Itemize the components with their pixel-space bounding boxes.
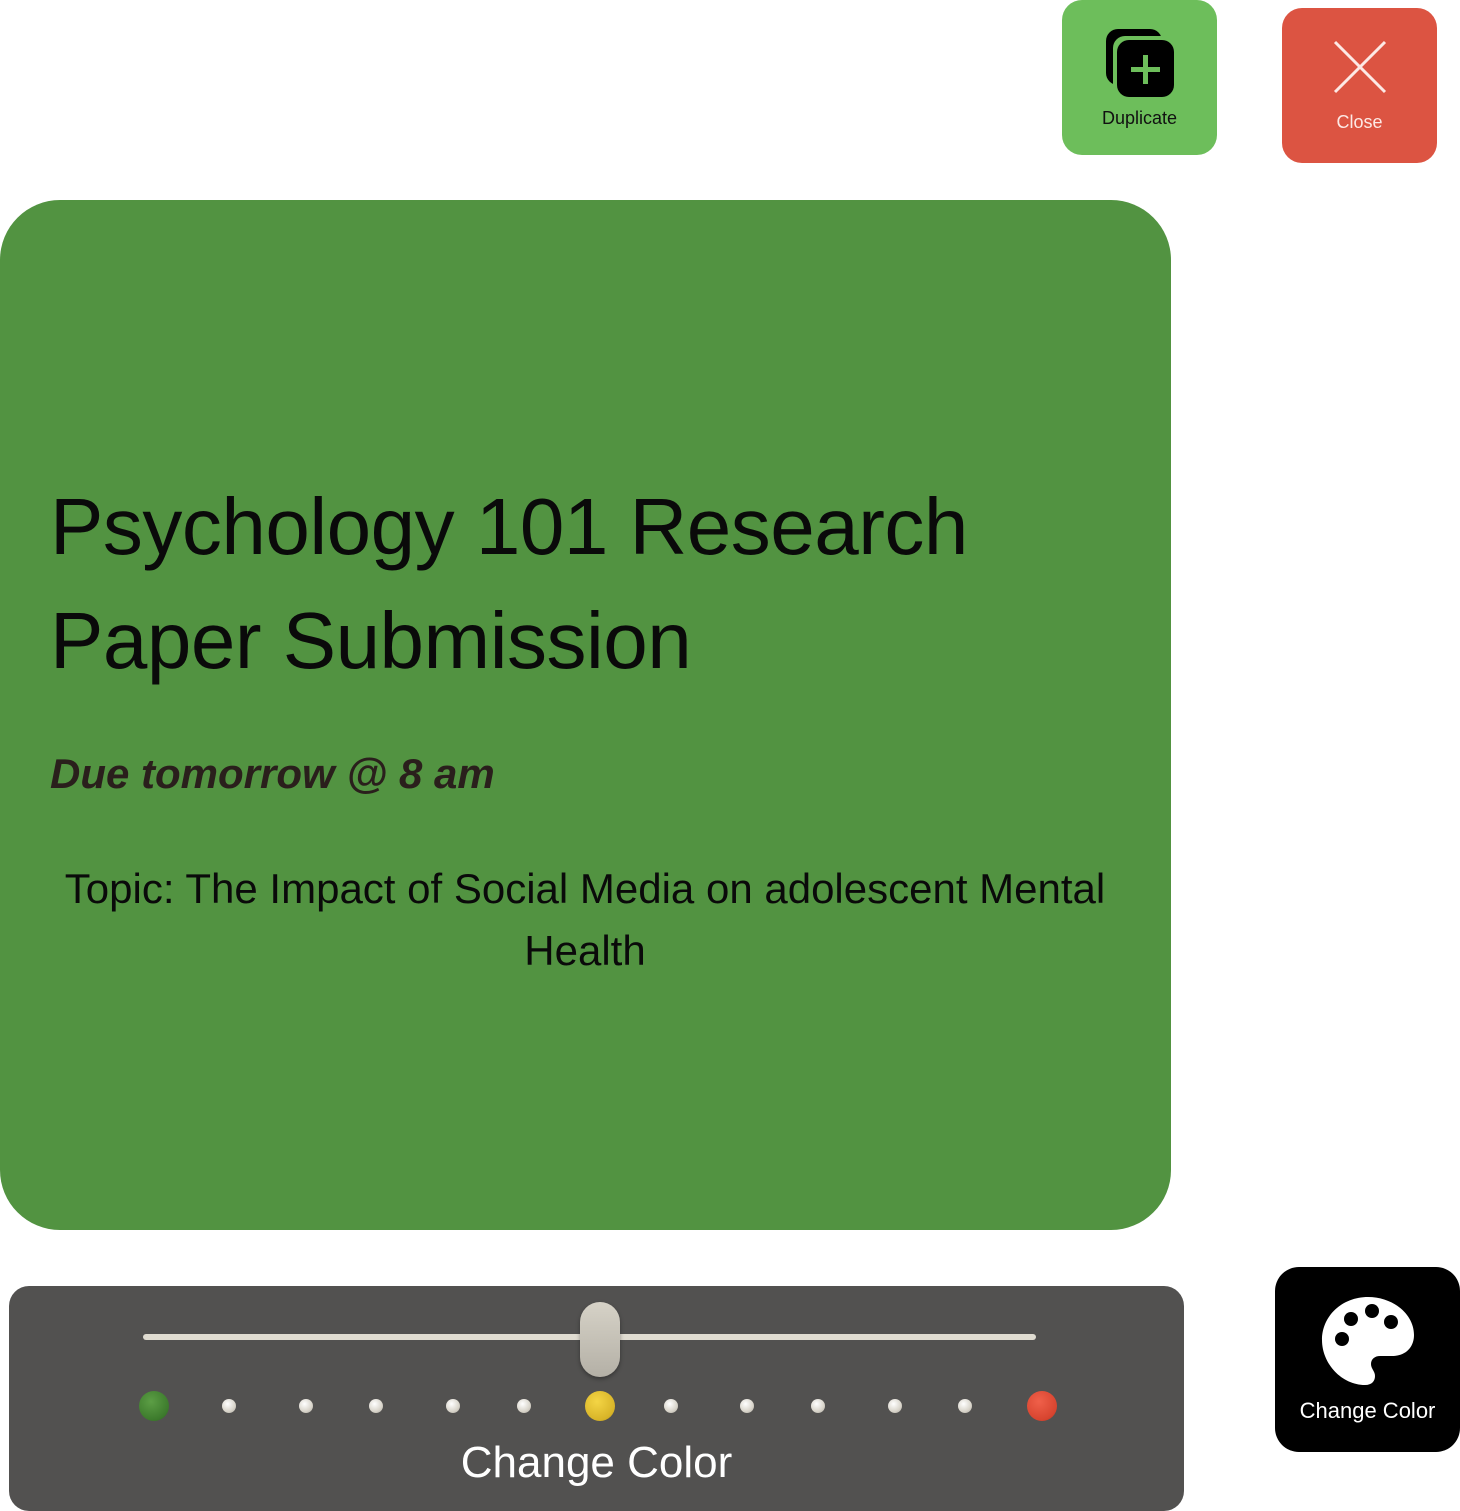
change-color-label: Change Color bbox=[1299, 1398, 1436, 1423]
color-stop[interactable] bbox=[664, 1399, 678, 1413]
color-swatch-yellow[interactable] bbox=[585, 1391, 615, 1421]
color-stop[interactable] bbox=[740, 1399, 754, 1413]
color-slider-thumb[interactable] bbox=[580, 1302, 620, 1377]
card-topic: Topic: The Impact of Social Media on ado… bbox=[64, 865, 1106, 974]
close-icon bbox=[1332, 39, 1388, 100]
close-button[interactable]: Close bbox=[1282, 8, 1437, 163]
color-stop[interactable] bbox=[811, 1399, 825, 1413]
palette-icon bbox=[1320, 1295, 1416, 1392]
duplicate-button[interactable]: Duplicate bbox=[1062, 0, 1217, 155]
color-swatch-red[interactable] bbox=[1027, 1391, 1057, 1421]
color-stop[interactable] bbox=[446, 1399, 460, 1413]
close-label: Close bbox=[1336, 111, 1383, 132]
duplicate-icon bbox=[1104, 27, 1176, 104]
card-due-date: Due tomorrow @ 8 am bbox=[50, 750, 495, 797]
color-picker-panel: Change Color bbox=[9, 1286, 1184, 1511]
task-card: Psychology 101 Research Paper Submission… bbox=[0, 200, 1171, 1230]
duplicate-label: Duplicate bbox=[1101, 107, 1178, 128]
color-stop[interactable] bbox=[222, 1399, 236, 1413]
change-color-button[interactable]: Change Color bbox=[1275, 1267, 1460, 1452]
color-stop[interactable] bbox=[517, 1399, 531, 1413]
color-stop[interactable] bbox=[299, 1399, 313, 1413]
color-stop[interactable] bbox=[888, 1399, 902, 1413]
color-stop[interactable] bbox=[958, 1399, 972, 1413]
color-swatch-green[interactable] bbox=[139, 1391, 169, 1421]
color-stop[interactable] bbox=[369, 1399, 383, 1413]
color-picker-label: Change Color bbox=[460, 1438, 733, 1487]
card-title: Psychology 101 Research Paper Submission bbox=[50, 482, 968, 685]
